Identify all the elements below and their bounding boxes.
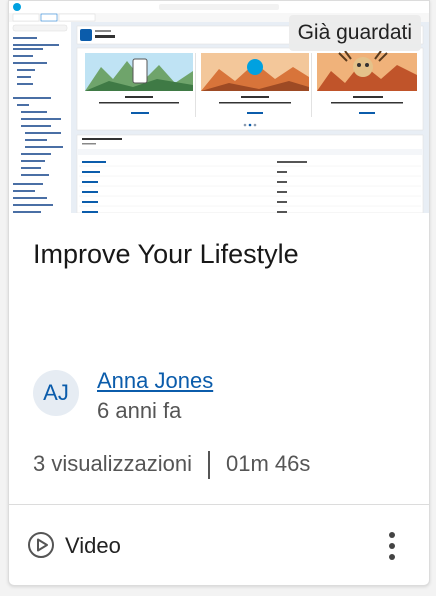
video-title[interactable]: Improve Your Lifestyle xyxy=(33,237,299,271)
svg-text:›: › xyxy=(417,74,420,83)
avatar[interactable]: AJ xyxy=(33,370,79,416)
more-vertical-icon[interactable] xyxy=(387,531,397,561)
posted-time: 6 anni fa xyxy=(97,398,182,423)
content-type-label: Video xyxy=(65,533,121,558)
video-thumbnail[interactable]: ‹ › Già guardati xyxy=(9,1,429,213)
play-circle-icon xyxy=(28,532,54,558)
video-card[interactable]: ‹ › Già guardati Improve Your Lifestyle … xyxy=(8,0,430,586)
view-count: 3 visualizzazioni xyxy=(33,451,192,476)
svg-text:‹: ‹ xyxy=(79,74,82,83)
author-link[interactable]: Anna Jones xyxy=(97,367,213,395)
card-footer: Video xyxy=(9,504,429,585)
stats-divider xyxy=(207,451,210,480)
video-stats: 3 visualizzazioni 01m 46s xyxy=(33,450,311,480)
watched-badge: Già guardati xyxy=(288,15,421,51)
video-duration: 01m 46s xyxy=(225,451,311,476)
